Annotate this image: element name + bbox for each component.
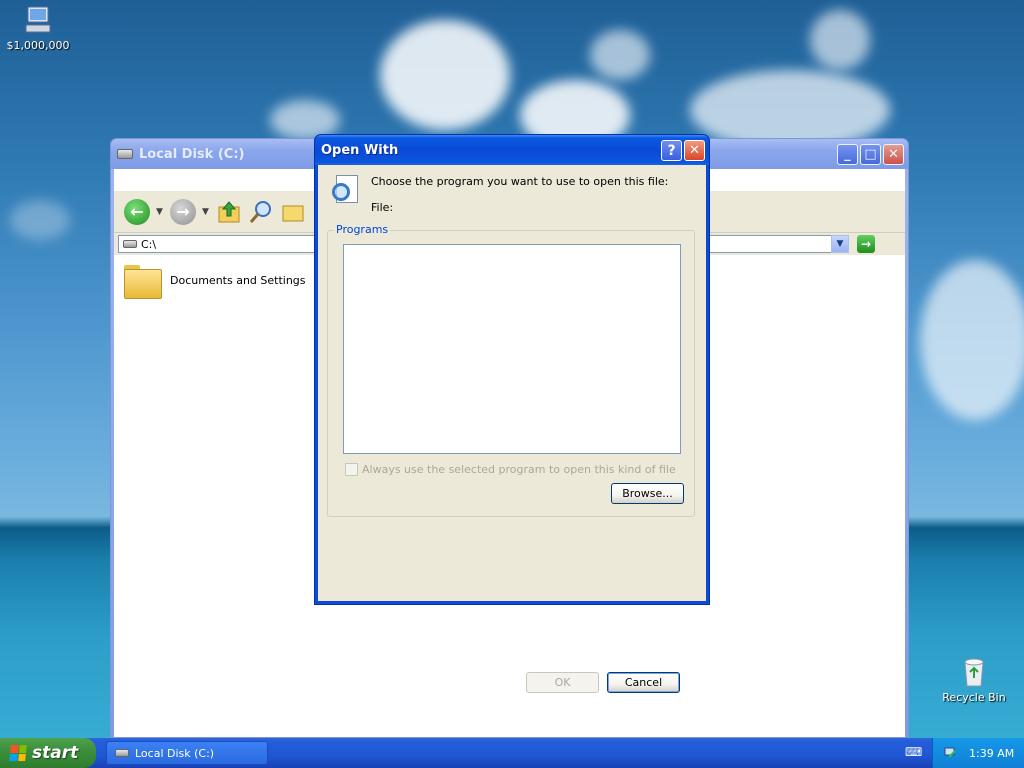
folders-icon[interactable]	[280, 199, 306, 225]
programs-group: Programs Always use the selected program…	[327, 223, 695, 517]
browse-button[interactable]: Browse...	[611, 483, 684, 504]
desktop-icon-label: Recycle Bin	[942, 691, 1006, 704]
back-button[interactable]: ←	[124, 198, 150, 225]
dialog-prompt: Choose the program you want to use to op…	[371, 175, 669, 188]
desktop: $1,000,000 Recycle Bin Local Disk (C:) _…	[0, 0, 1024, 738]
maximize-button[interactable]: □	[860, 144, 881, 165]
taskbar: start Local Disk (C:) 1:39 AM	[0, 738, 1024, 768]
cloud	[920, 260, 1024, 420]
always-use-row: Always use the selected program to open …	[345, 463, 676, 476]
dialog-title: Open With	[321, 142, 399, 158]
address-dropdown-button[interactable]: ▼	[831, 235, 849, 253]
dialog-body: Choose the program you want to use to op…	[318, 165, 706, 601]
address-text: C:\	[141, 237, 157, 251]
back-dropdown-icon[interactable]: ▼	[156, 207, 164, 217]
always-use-checkbox[interactable]	[345, 463, 358, 476]
drive-icon	[123, 240, 137, 248]
desktop-icon-my-computer[interactable]: $1,000,000	[0, 4, 76, 52]
network-icon[interactable]	[943, 745, 959, 761]
cloud	[10, 200, 70, 240]
forward-dropdown-icon[interactable]: ▼	[202, 207, 210, 217]
cancel-button[interactable]: Cancel	[607, 672, 680, 693]
cloud	[380, 20, 510, 130]
folder-icon	[124, 265, 162, 299]
clock[interactable]: 1:39 AM	[969, 747, 1014, 760]
folder-item[interactable]: Documents and Settings	[124, 265, 306, 299]
dialog-close-button[interactable]: ✕	[684, 140, 705, 161]
folder-label: Documents and Settings	[170, 273, 306, 287]
recycle-bin-icon	[964, 658, 984, 687]
drive-icon	[115, 749, 129, 757]
programs-legend: Programs	[334, 223, 391, 236]
desktop-icon-label: $1,000,000	[6, 39, 70, 52]
taskbar-button-local-disk[interactable]: Local Disk (C:)	[106, 741, 268, 765]
file-label: File:	[371, 201, 394, 214]
help-button[interactable]: ?	[661, 140, 682, 161]
explorer-title: Local Disk (C:)	[139, 146, 245, 162]
open-with-icon	[332, 175, 360, 207]
always-use-label: Always use the selected program to open …	[362, 463, 676, 476]
cloud	[590, 30, 650, 80]
start-label: start	[32, 743, 79, 763]
ok-button[interactable]: OK	[526, 672, 599, 693]
my-computer-icon	[25, 6, 51, 33]
dialog-titlebar[interactable]: Open With ? ✕	[315, 135, 709, 165]
go-button[interactable]: →	[857, 235, 875, 253]
windows-logo-icon	[9, 745, 27, 761]
close-button[interactable]: ✕	[883, 144, 904, 165]
keyboard-icon[interactable]: ⌨	[905, 745, 922, 759]
cloud	[810, 10, 870, 70]
taskbar-button-label: Local Disk (C:)	[135, 746, 215, 760]
forward-button[interactable]: →	[170, 198, 196, 225]
desktop-icon-recycle-bin[interactable]: Recycle Bin	[936, 656, 1012, 704]
open-with-dialog[interactable]: Open With ? ✕ Choose the program you wan…	[314, 134, 710, 693]
drive-icon	[117, 149, 133, 159]
programs-list[interactable]	[343, 244, 681, 454]
system-tray: 1:39 AM	[932, 738, 1024, 768]
start-button[interactable]: start	[0, 738, 96, 768]
search-icon[interactable]	[248, 199, 274, 225]
up-folder-icon[interactable]	[216, 199, 242, 225]
minimize-button[interactable]: _	[837, 144, 858, 165]
